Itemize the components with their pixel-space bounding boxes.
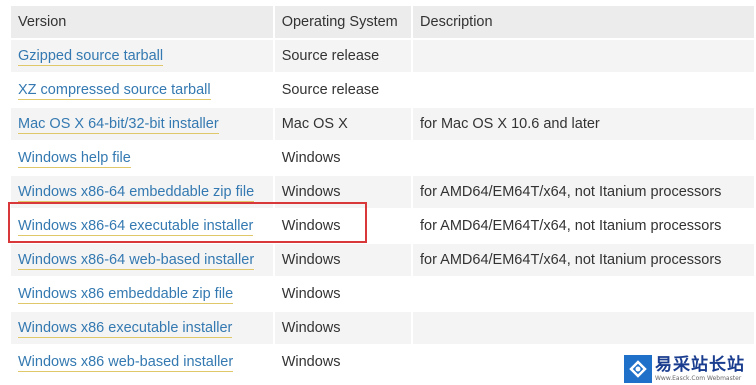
- table-row: Gzipped source tarball Source release: [11, 40, 754, 72]
- version-cell: Windows help file: [11, 142, 273, 174]
- download-link-x86-64-executable-installer[interactable]: Windows x86-64 executable installer: [18, 218, 254, 236]
- os-cell: Source release: [274, 40, 412, 72]
- download-link-x86-64-embeddable-zip[interactable]: Windows x86-64 embeddable zip file: [18, 184, 255, 202]
- version-cell: Windows x86 web-based installer: [11, 346, 273, 378]
- description-cell: for Mac OS X 10.6 and later: [413, 108, 754, 140]
- os-cell: Windows: [274, 346, 412, 378]
- version-cell: Mac OS X 64-bit/32-bit installer: [11, 108, 273, 140]
- version-cell: Windows x86-64 executable installer: [11, 210, 273, 242]
- table-row: Windows x86 embeddable zip file Windows: [11, 278, 754, 310]
- download-link-x86-web-installer[interactable]: Windows x86 web-based installer: [18, 354, 234, 372]
- version-cell: Gzipped source tarball: [11, 40, 273, 72]
- table-row: XZ compressed source tarball Source rele…: [11, 74, 754, 106]
- table-row: Windows x86-64 web-based installer Windo…: [11, 244, 754, 276]
- description-cell: for AMD64/EM64T/x64, not Itanium process…: [413, 176, 754, 208]
- table-row: Windows x86 executable installer Windows: [11, 312, 754, 344]
- site-watermark: 易采站长站 Www.Easck.Com Webmaster: [622, 353, 756, 385]
- download-table: Version Operating System Description Gzi…: [9, 4, 756, 380]
- watermark-subtitle: Www.Easck.Com Webmaster: [655, 374, 742, 382]
- description-cell: for AMD64/EM64T/x64, not Itanium process…: [413, 210, 754, 242]
- description-cell: [413, 278, 754, 310]
- watermark-text: 易采站长站 Www.Easck.Com Webmaster: [655, 354, 745, 383]
- table-row: Mac OS X 64-bit/32-bit installer Mac OS …: [11, 108, 754, 140]
- table-row: Windows x86-64 embeddable zip file Windo…: [11, 176, 754, 208]
- os-cell: Source release: [274, 74, 412, 106]
- os-cell: Windows: [274, 312, 412, 344]
- download-link-windows-help-file[interactable]: Windows help file: [18, 150, 131, 168]
- version-cell: Windows x86-64 web-based installer: [11, 244, 273, 276]
- description-cell: [413, 40, 754, 72]
- os-cell: Windows: [274, 244, 412, 276]
- header-operating-system: Operating System: [274, 6, 412, 38]
- version-cell: Windows x86 executable installer: [11, 312, 273, 344]
- version-cell: XZ compressed source tarball: [11, 74, 273, 106]
- download-link-x86-embeddable-zip[interactable]: Windows x86 embeddable zip file: [18, 286, 234, 304]
- version-cell: Windows x86 embeddable zip file: [11, 278, 273, 310]
- table-row: Windows x86-64 executable installer Wind…: [11, 210, 754, 242]
- os-cell: Mac OS X: [274, 108, 412, 140]
- description-cell: for AMD64/EM64T/x64, not Itanium process…: [413, 244, 754, 276]
- download-link-gzipped-source-tarball[interactable]: Gzipped source tarball: [18, 48, 164, 66]
- download-link-mac-installer[interactable]: Mac OS X 64-bit/32-bit installer: [18, 116, 219, 134]
- watermark-title: 易采站长站: [655, 354, 745, 375]
- download-link-x86-64-web-installer[interactable]: Windows x86-64 web-based installer: [18, 252, 255, 270]
- logo-icon: [624, 355, 652, 383]
- download-link-xz-source-tarball[interactable]: XZ compressed source tarball: [18, 82, 211, 100]
- os-cell: Windows: [274, 176, 412, 208]
- description-cell: [413, 142, 754, 174]
- table-header-row: Version Operating System Description: [11, 6, 754, 38]
- header-version: Version: [11, 6, 273, 38]
- os-cell: Windows: [274, 278, 412, 310]
- version-cell: Windows x86-64 embeddable zip file: [11, 176, 273, 208]
- os-cell: Windows: [274, 142, 412, 174]
- description-cell: [413, 312, 754, 344]
- download-link-x86-executable-installer[interactable]: Windows x86 executable installer: [18, 320, 233, 338]
- description-cell: [413, 74, 754, 106]
- os-cell: Windows: [274, 210, 412, 242]
- table-row: Windows help file Windows: [11, 142, 754, 174]
- header-description: Description: [413, 6, 754, 38]
